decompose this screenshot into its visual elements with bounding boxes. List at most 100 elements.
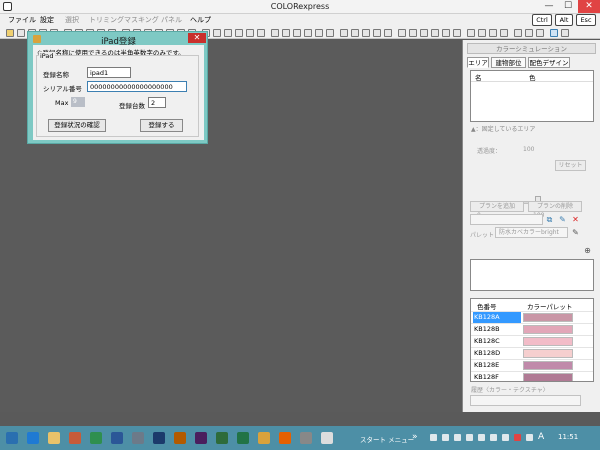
ime-indicator[interactable]: A (538, 432, 544, 442)
powerpoint-icon[interactable] (69, 432, 81, 444)
mask-icon[interactable] (235, 29, 243, 37)
excel-icon[interactable] (90, 432, 102, 444)
gradient-icon[interactable] (304, 29, 312, 37)
grid-icon[interactable] (420, 29, 428, 37)
roof-icon[interactable] (351, 29, 359, 37)
tray-icon-2[interactable] (442, 434, 449, 441)
door-icon[interactable] (384, 29, 392, 37)
minimize-button[interactable]: — (540, 0, 558, 13)
wall-icon[interactable] (362, 29, 370, 37)
tray-icon-4[interactable] (466, 434, 473, 441)
taskbar-chevron[interactable]: » (412, 432, 418, 442)
serial-input[interactable] (87, 81, 187, 92)
color-row[interactable]: KB128A (471, 311, 593, 323)
network-icon[interactable] (502, 434, 509, 441)
name-input[interactable] (87, 67, 131, 78)
delete-plan-button[interactable]: プランの削除 (528, 201, 582, 212)
eyedropper-icon[interactable] (257, 29, 265, 37)
color-palette-table[interactable]: 色番号 カラーパレット KB128A KB128B KB128C KB128D KB12… (470, 298, 594, 382)
panel-toggle-icon[interactable] (561, 29, 569, 37)
building-icon[interactable] (340, 29, 348, 37)
export-icon[interactable] (453, 29, 461, 37)
menu-help[interactable]: ヘルプ (190, 15, 211, 26)
app2-icon[interactable] (300, 432, 312, 444)
settings-icon[interactable] (489, 29, 497, 37)
tab-color-design[interactable]: 配色デザイン (528, 57, 570, 68)
menu-settings[interactable]: 設定 (40, 15, 54, 26)
sharpen-icon[interactable] (326, 29, 334, 37)
close-button[interactable]: ✕ (578, 0, 600, 13)
chrome-icon[interactable] (258, 432, 270, 444)
app-icon[interactable] (132, 432, 144, 444)
sync-icon[interactable] (478, 29, 486, 37)
photoshop-icon[interactable] (153, 432, 165, 444)
tray-icon-5[interactable] (478, 434, 485, 441)
lasso-icon[interactable] (213, 29, 221, 37)
volume-icon[interactable] (526, 434, 533, 441)
illustrator-icon[interactable] (174, 432, 186, 444)
alt-key-button[interactable]: Alt (555, 14, 573, 26)
blur-icon[interactable] (315, 29, 323, 37)
ipad-icon[interactable] (467, 29, 475, 37)
firefox-icon[interactable] (279, 432, 291, 444)
active-tool-icon[interactable] (550, 29, 558, 37)
count-input[interactable] (148, 97, 166, 108)
color-row[interactable]: KB128B (471, 323, 593, 335)
remove-plan-icon[interactable]: ✕ (571, 215, 580, 224)
link-icon[interactable] (442, 29, 450, 37)
help-icon[interactable] (536, 29, 544, 37)
clone-icon[interactable] (293, 29, 301, 37)
color-row[interactable]: KB128C (471, 335, 593, 347)
color-row[interactable]: KB128E (471, 359, 593, 371)
open-icon[interactable] (6, 29, 14, 37)
register-button[interactable]: 登録する (140, 119, 183, 132)
tray-icon-6[interactable] (490, 434, 497, 441)
folder-icon[interactable] (48, 432, 60, 444)
menu-select[interactable]: 選択 (65, 15, 79, 26)
copy-plan-icon[interactable]: ⧉ (545, 215, 554, 224)
save-icon[interactable] (17, 29, 25, 37)
crop-icon[interactable] (224, 29, 232, 37)
colorexpress-icon[interactable] (321, 432, 333, 444)
menu-file[interactable]: ファイル (8, 15, 36, 26)
tab-area[interactable]: エリア (467, 57, 489, 68)
menu-panel[interactable]: パネル (161, 15, 182, 26)
tray-icon-3[interactable] (454, 434, 461, 441)
color-row[interactable]: KB128D (471, 347, 593, 359)
ruler-icon[interactable] (525, 29, 533, 37)
esc-key-button[interactable]: Esc (576, 14, 596, 26)
tray-icon-1[interactable] (430, 434, 437, 441)
history-select[interactable] (470, 395, 581, 406)
reset-button[interactable]: リセット (555, 160, 586, 171)
excel2-icon[interactable] (237, 432, 249, 444)
tools-icon[interactable] (514, 29, 522, 37)
camera-icon[interactable] (431, 29, 439, 37)
edit-plan-icon[interactable]: ✎ (558, 215, 567, 224)
menu-masking[interactable]: マスキング (124, 15, 159, 26)
maximize-button[interactable]: ☐ (559, 0, 577, 13)
palette-settings-icon[interactable]: ✎ (571, 228, 580, 237)
palette-select[interactable]: 防水カベカラーbright (495, 227, 568, 238)
palette-icon[interactable] (398, 29, 406, 37)
word-icon[interactable] (111, 432, 123, 444)
add-plan-button[interactable]: プランを追加 (470, 201, 524, 212)
check-status-button[interactable]: 登録状況の確認 (48, 119, 106, 132)
alert-icon[interactable] (514, 434, 521, 441)
texture-icon[interactable] (271, 29, 279, 37)
info-icon[interactable] (500, 29, 508, 37)
area-list[interactable]: 名 色 (470, 70, 594, 122)
indesign-icon[interactable] (195, 432, 207, 444)
dreamweaver-icon[interactable] (216, 432, 228, 444)
plan-select[interactable] (470, 214, 543, 225)
color-row[interactable]: KB128F (471, 371, 593, 381)
layer-icon[interactable] (246, 29, 254, 37)
tab-building-part[interactable]: 建物部位 (491, 57, 526, 68)
ctrl-key-button[interactable]: Ctrl (532, 14, 552, 26)
compare-icon[interactable] (409, 29, 417, 37)
dialog-close-button[interactable]: ✕ (188, 33, 206, 43)
ie-icon[interactable] (27, 432, 39, 444)
start-menu-label[interactable]: スタート メニュー (360, 434, 414, 444)
window-icon[interactable] (373, 29, 381, 37)
menu-trimming[interactable]: トリミング (89, 15, 124, 26)
start-icon[interactable] (6, 432, 18, 444)
